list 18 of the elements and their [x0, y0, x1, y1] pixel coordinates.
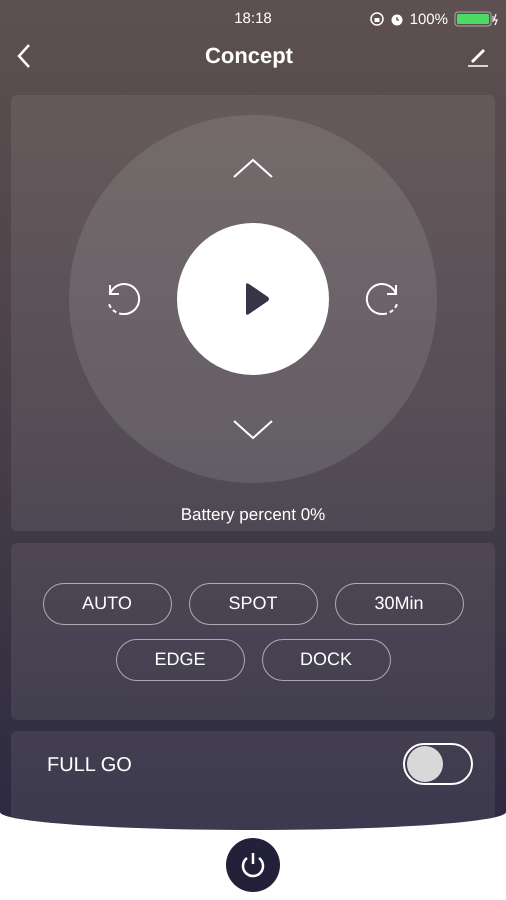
play-icon — [244, 282, 270, 316]
back-button[interactable] — [16, 42, 32, 69]
full-go-label: FULL GO — [47, 753, 132, 778]
mode-button[interactable]: 30Min — [334, 582, 464, 625]
mode-button[interactable]: SPOT — [188, 582, 318, 625]
status-time: 18:18 — [234, 10, 272, 27]
alarm-icon — [390, 12, 404, 26]
power-button[interactable] — [226, 838, 280, 892]
battery-icon — [454, 11, 498, 27]
battery-percent: 100% — [410, 10, 448, 28]
mode-button[interactable]: AUTO — [42, 582, 172, 625]
battery-status-text: Battery percent 0% — [180, 505, 326, 526]
page-title: Concept — [205, 42, 293, 69]
mode-button[interactable]: DOCK — [262, 638, 390, 681]
power-icon — [239, 851, 267, 879]
mode-button[interactable]: EDGE — [116, 638, 244, 681]
full-go-toggle[interactable] — [403, 743, 473, 786]
rotation-lock-icon — [370, 12, 384, 26]
